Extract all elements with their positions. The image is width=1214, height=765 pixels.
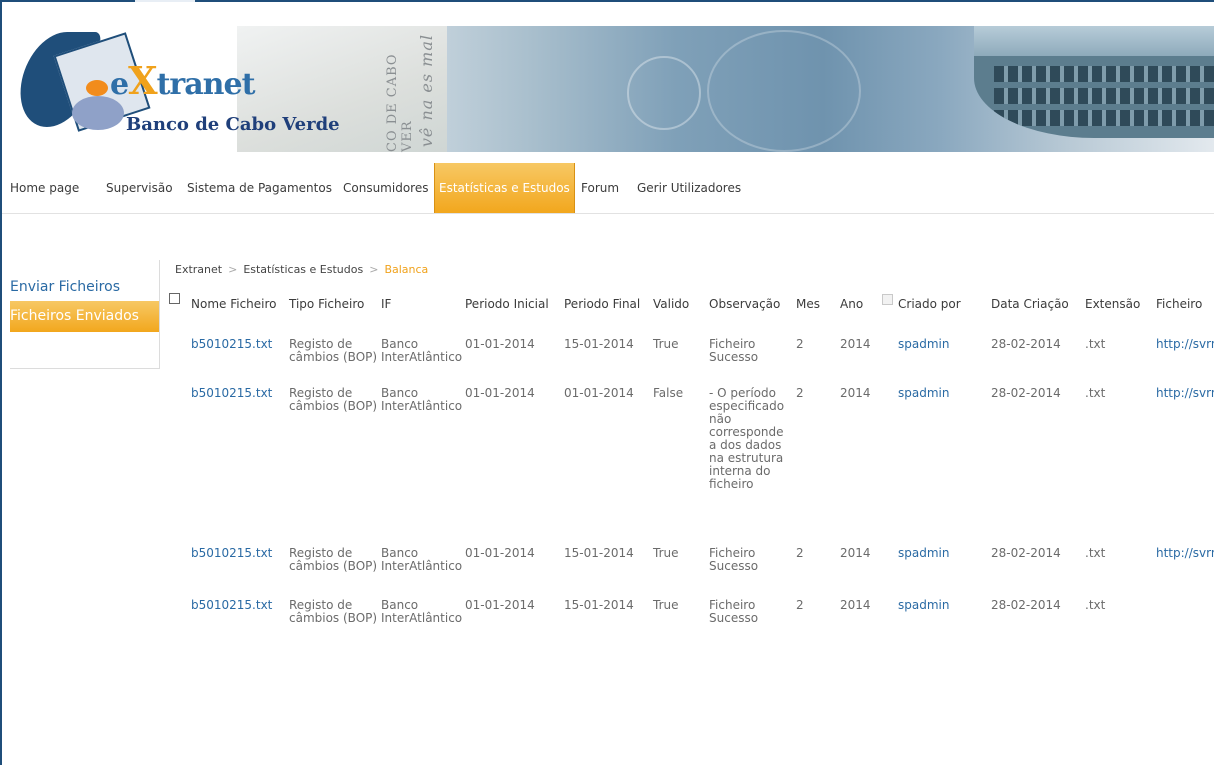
cell-periodo-final: 15-01-2014: [564, 546, 634, 560]
cell-valido: True: [653, 546, 679, 560]
cell-nome-ficheiro[interactable]: b5010215.txt: [191, 338, 272, 351]
column-header-ano[interactable]: Ano: [840, 290, 863, 318]
cell-tipo-ficheiro: Registo de câmbios (BOP): [289, 386, 378, 413]
header-banner: CO DE CABO VER vê na es mal eXtranet Ban…: [2, 2, 1214, 160]
cell-observacao: Ficheiro Sucesso: [709, 546, 759, 573]
cell-if: Banco InterAtlântico: [381, 337, 463, 364]
cell-valido: True: [653, 337, 679, 351]
sidebar-item-label: Ficheiros Enviados: [10, 308, 139, 324]
logo-title-x: X: [128, 58, 158, 103]
cell-criado-por[interactable]: spadmin: [898, 338, 949, 351]
cell-nome-ficheiro[interactable]: b5010215.txt: [191, 547, 272, 560]
breadcrumb: Extranet > Estatísticas e Estudos > Balanca: [175, 262, 428, 278]
banner-decorative-lettering: vê na es mal: [417, 34, 436, 148]
cell-data-criacao: 28-02-2014: [991, 386, 1061, 400]
banner-artwork: CO DE CABO VER vê na es mal: [237, 26, 1214, 152]
cell-if: Banco InterAtlântico: [381, 546, 463, 573]
cell-data-criacao: 28-02-2014: [991, 598, 1061, 612]
nav-item-estatisticas-e-estudos[interactable]: Estatísticas e Estudos: [434, 163, 575, 213]
cell-criado-por[interactable]: spadmin: [898, 547, 949, 560]
column-header-criado-por[interactable]: Criado por: [898, 290, 961, 318]
cell-criado-por[interactable]: spadmin: [898, 599, 949, 612]
cell-ficheiro-link[interactable]: http://svrn: [1156, 387, 1214, 400]
column-header-periodo-inicial[interactable]: Periodo Inicial: [465, 290, 549, 318]
cell-ano: 2014: [840, 598, 871, 612]
banner-seal-image: [627, 56, 701, 130]
logo-icon: [86, 80, 108, 96]
logo-subtitle: Banco de Cabo Verde: [126, 114, 340, 135]
cell-periodo-inicial: 01-01-2014: [465, 386, 535, 400]
column-header-if[interactable]: IF: [381, 290, 391, 318]
cell-periodo-final: 15-01-2014: [564, 337, 634, 351]
cell-tipo-ficheiro: Registo de câmbios (BOP): [289, 598, 378, 625]
cell-ano: 2014: [840, 386, 871, 400]
banner-seal-image: [707, 30, 861, 152]
cell-ano: 2014: [840, 337, 871, 351]
logo-title-prefix: e: [110, 67, 129, 102]
cell-periodo-final: 01-01-2014: [564, 386, 634, 400]
cell-ficheiro-link[interactable]: http://svrn: [1156, 547, 1214, 560]
cell-extensao: .txt: [1085, 386, 1106, 400]
nav-item-consumidores[interactable]: Consumidores: [343, 178, 428, 198]
nav-item-home-page[interactable]: Home page: [10, 178, 79, 198]
cell-tipo-ficheiro: Registo de câmbios (BOP): [289, 337, 378, 364]
criado-por-header-checkbox: [882, 294, 893, 305]
column-header-mes[interactable]: Mes: [796, 290, 820, 318]
nav-item-forum[interactable]: Forum: [581, 178, 619, 198]
cell-valido: False: [653, 386, 684, 400]
cell-mes: 2: [796, 337, 804, 351]
cell-ficheiro-link[interactable]: http://svrn: [1156, 338, 1214, 351]
sidebar-item-ficheiros-enviados[interactable]: Ficheiros Enviados: [10, 301, 159, 332]
column-header-observacao[interactable]: Observação: [709, 290, 780, 318]
cell-mes: 2: [796, 386, 804, 400]
breadcrumb-item-estatisticas-e-estudos[interactable]: Estatísticas e Estudos: [243, 263, 363, 276]
breadcrumb-separator-icon: >: [369, 263, 379, 276]
select-all-checkbox[interactable]: [169, 293, 180, 304]
sidebar-item-enviar-ficheiros[interactable]: Enviar Ficheiros: [10, 274, 159, 300]
logo-title[interactable]: eXtranet: [110, 58, 256, 103]
cell-tipo-ficheiro: Registo de câmbios (BOP): [289, 546, 378, 573]
top-navigation: Home page Supervisão Sistema de Pagament…: [2, 163, 1214, 214]
nav-item-supervisao[interactable]: Supervisão: [106, 178, 173, 198]
sidebar-item-label: Enviar Ficheiros: [10, 279, 120, 295]
cell-valido: True: [653, 598, 679, 612]
breadcrumb-separator-icon: >: [228, 263, 238, 276]
breadcrumb-item-extranet[interactable]: Extranet: [175, 263, 222, 276]
column-header-valido[interactable]: Valido: [653, 290, 689, 318]
cell-periodo-inicial: 01-01-2014: [465, 546, 535, 560]
cell-periodo-final: 15-01-2014: [564, 598, 634, 612]
cell-nome-ficheiro[interactable]: b5010215.txt: [191, 387, 272, 400]
column-header-ficheiro[interactable]: Ficheiro: [1156, 290, 1202, 318]
cell-extensao: .txt: [1085, 546, 1106, 560]
cell-if: Banco InterAtlântico: [381, 386, 463, 413]
logo-title-suffix: tranet: [156, 67, 256, 102]
cell-mes: 2: [796, 546, 804, 560]
cell-ano: 2014: [840, 546, 871, 560]
nav-item-sistema-de-pagamentos[interactable]: Sistema de Pagamentos: [187, 178, 332, 198]
cell-extensao: .txt: [1085, 337, 1106, 351]
cell-nome-ficheiro[interactable]: b5010215.txt: [191, 599, 272, 612]
cell-if: Banco InterAtlântico: [381, 598, 463, 625]
cell-mes: 2: [796, 598, 804, 612]
cell-periodo-inicial: 01-01-2014: [465, 337, 535, 351]
banner-building-image: [974, 26, 1214, 138]
cell-observacao: Ficheiro Sucesso: [709, 337, 759, 364]
cell-data-criacao: 28-02-2014: [991, 337, 1061, 351]
sidebar: Enviar Ficheiros Ficheiros Enviados: [10, 260, 160, 369]
cell-observacao: - O período especificado não corresponde…: [709, 386, 785, 491]
breadcrumb-item-current: Balanca: [384, 263, 429, 276]
cell-extensao: .txt: [1085, 598, 1106, 612]
cell-observacao: Ficheiro Sucesso: [709, 598, 759, 625]
cell-criado-por[interactable]: spadmin: [898, 387, 949, 400]
column-header-periodo-final[interactable]: Periodo Final: [564, 290, 640, 318]
cell-periodo-inicial: 01-01-2014: [465, 598, 535, 612]
column-header-tipo-ficheiro[interactable]: Tipo Ficheiro: [289, 290, 364, 318]
nav-item-gerir-utilizadores[interactable]: Gerir Utilizadores: [637, 178, 741, 198]
column-header-data-criacao[interactable]: Data Criação: [991, 290, 1069, 318]
column-header-extensao[interactable]: Extensão: [1085, 290, 1140, 318]
column-header-nome-ficheiro[interactable]: Nome Ficheiro: [191, 290, 277, 318]
banner-decorative-lettering: CO DE CABO VER: [385, 53, 415, 152]
cell-data-criacao: 28-02-2014: [991, 546, 1061, 560]
